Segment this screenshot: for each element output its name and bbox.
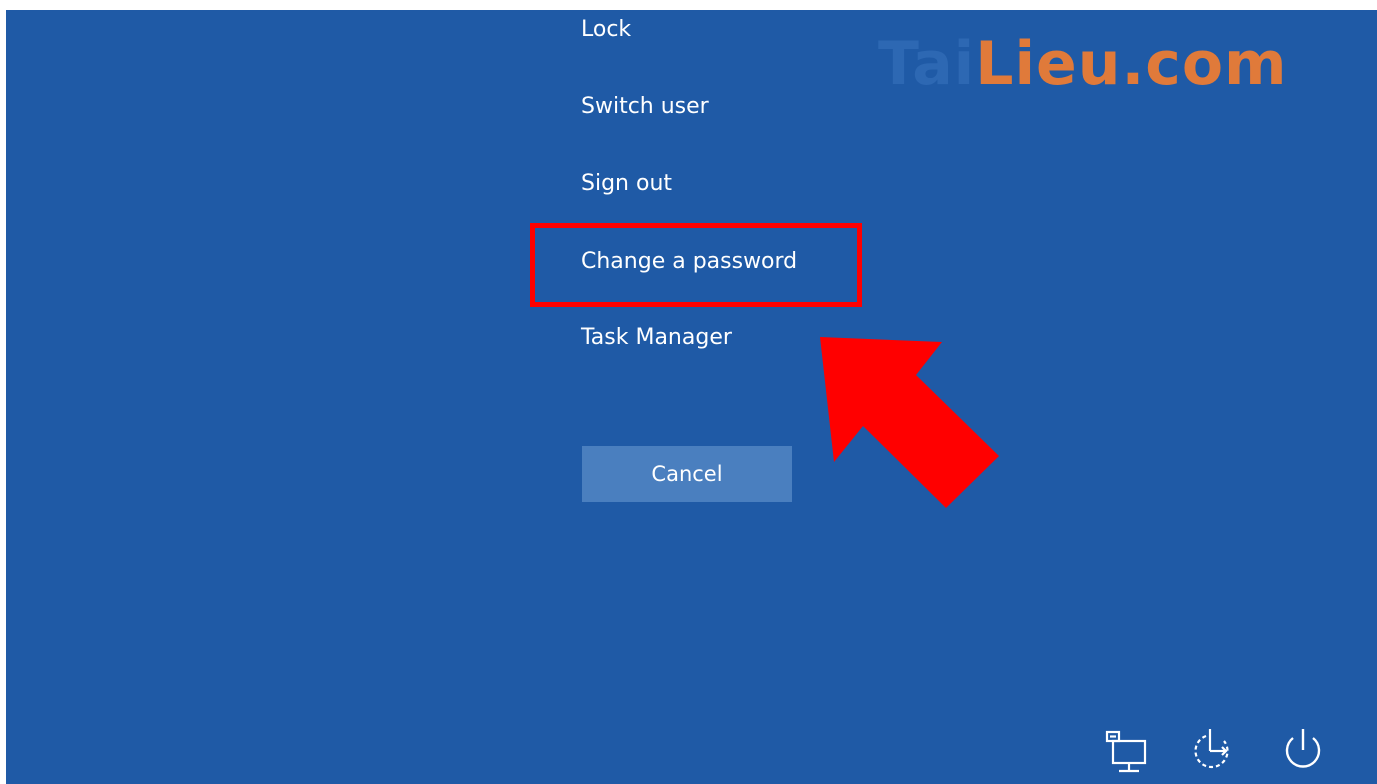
- watermark-part-1: Tai: [878, 29, 976, 99]
- switch-user-option[interactable]: Switch user: [581, 93, 709, 121]
- highlight-box-annotation: [530, 223, 862, 307]
- task-manager-option[interactable]: Task Manager: [581, 324, 732, 352]
- watermark-part-2: Lieu: [975, 29, 1122, 99]
- cancel-button[interactable]: Cancel: [582, 446, 792, 502]
- sign-out-option[interactable]: Sign out: [581, 170, 672, 198]
- arrow-shape: [820, 337, 999, 508]
- lock-screen-options: TaiLieu.com Lock Switch user Sign out Ch…: [6, 10, 1377, 784]
- network-icon[interactable]: [1099, 723, 1153, 777]
- power-icon[interactable]: [1276, 723, 1330, 777]
- watermark-part-3: .com: [1121, 29, 1288, 99]
- lock-option[interactable]: Lock: [581, 16, 631, 44]
- tailieu-watermark-logo: TaiLieu.com: [878, 22, 1368, 106]
- accessibility-icon[interactable]: [1186, 723, 1240, 777]
- red-arrow-annotation: [820, 337, 999, 508]
